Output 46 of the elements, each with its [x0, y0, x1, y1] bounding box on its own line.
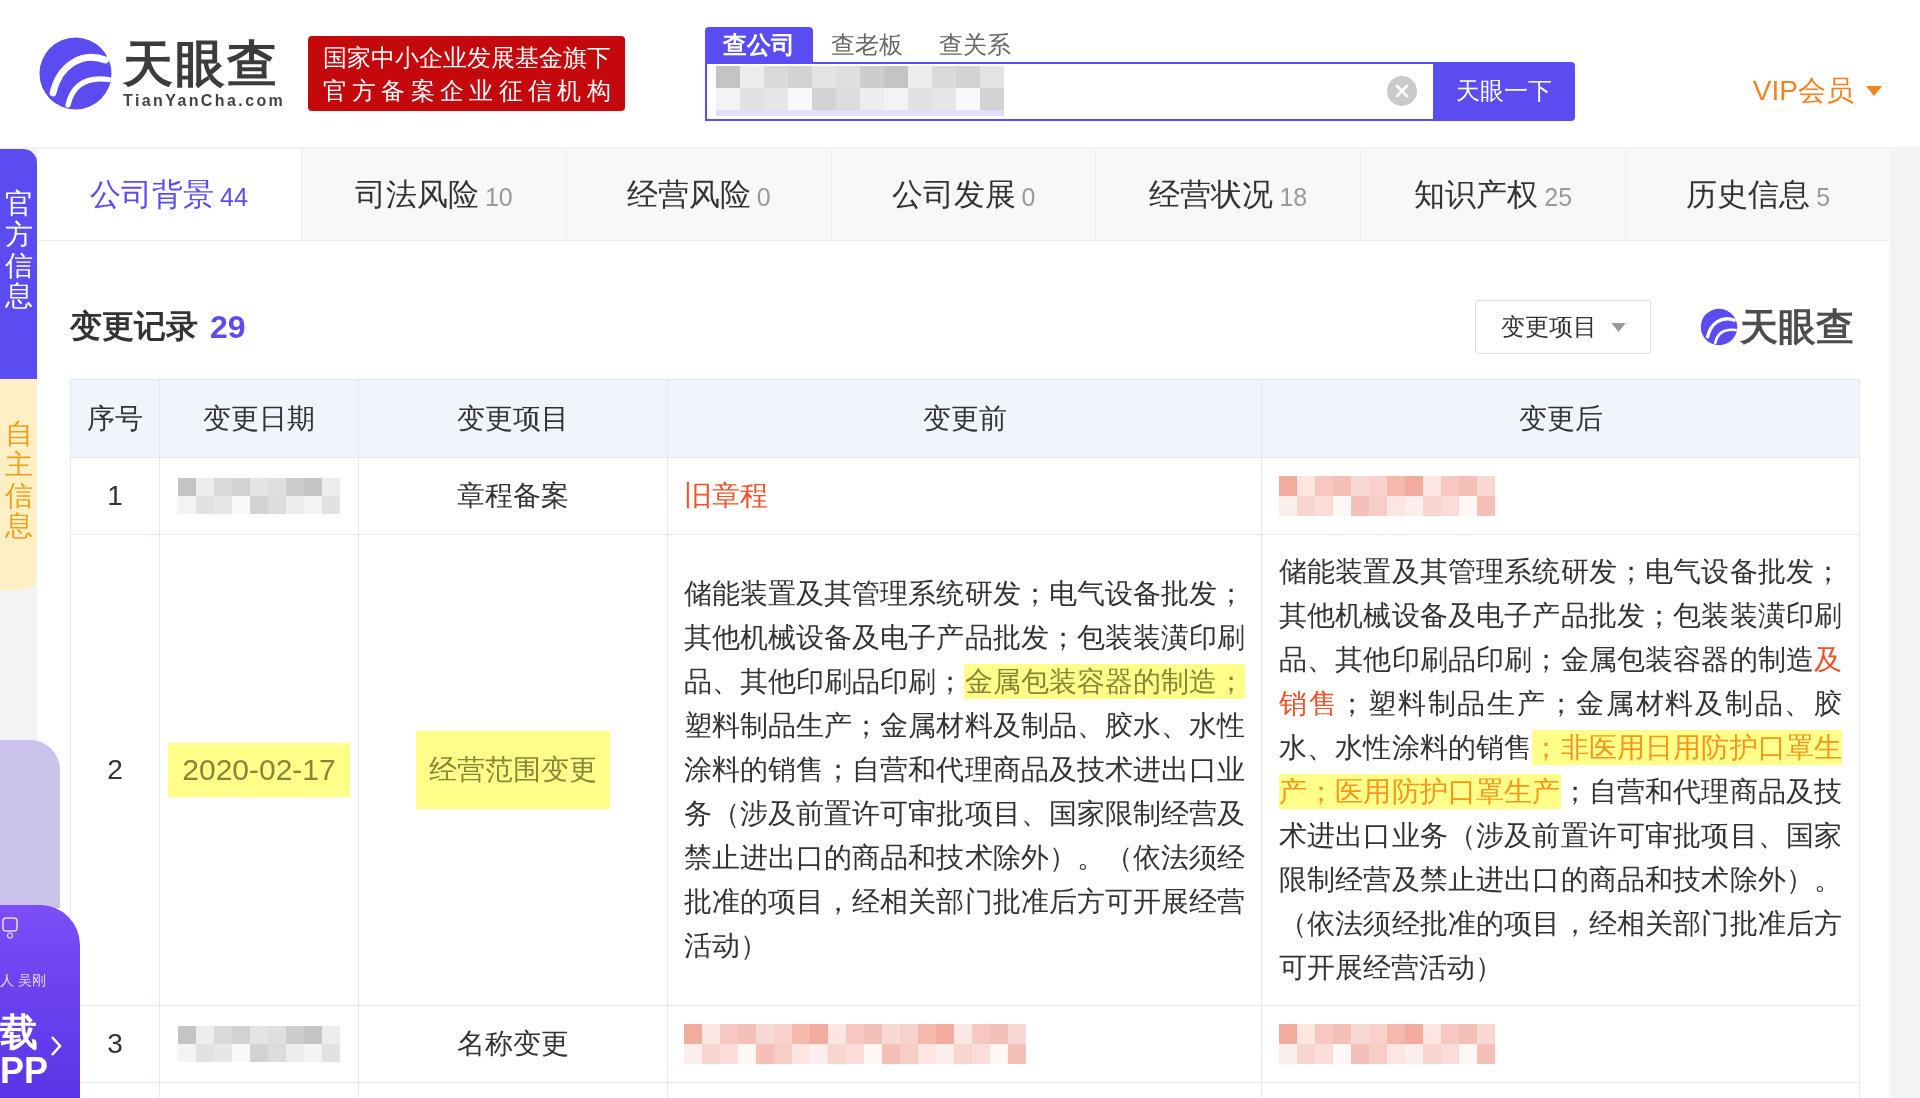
slogan-text: 官方备案企业征信机构	[322, 75, 611, 106]
side-tab[interactable]: 官方信息	[0, 149, 37, 379]
logo-icon	[38, 36, 113, 111]
caret-icon	[1866, 86, 1882, 96]
search-tab[interactable]: 查关系	[921, 26, 1030, 62]
search-tab[interactable]: 查老板	[813, 26, 922, 62]
row-number: 2	[107, 754, 123, 786]
slogan-text: 国家中小企业发展基金旗下	[322, 42, 611, 73]
before-value: 储能装置及其管理系统研发；电气设备批发；其他机械设备及电子产品批发；包装装潢印刷品、其他印刷品印刷；金属包装容器的制造； 塑料制品生产；金属材料及制品、胶水、水性涂料的销售；自营和代理商品及技术进出口业务（涉及前置许可审批项目、国家限制经营及禁止进出口的商品和技术除外）。（依法须经批准的项目，经相关部门批准后方可开展经营活动）	[684, 577, 1245, 963]
category-tab[interactable]: 经营状况 18	[1096, 149, 1362, 240]
row-number: 3	[107, 1028, 123, 1060]
promo-caption: 人 吴刚	[0, 971, 46, 989]
logo-icon	[1700, 308, 1738, 346]
promo-text: 载	[0, 1013, 38, 1051]
column-header: 变更日期	[160, 380, 359, 458]
column-header: 变更后	[1262, 380, 1860, 458]
category-tab[interactable]: 公司背景 44	[37, 149, 302, 240]
rounded-square-icon	[2, 917, 18, 939]
section-title: 变更记录	[70, 307, 198, 346]
change-item: 名称变更	[457, 1027, 569, 1061]
category-tab[interactable]: 公司发展 0	[831, 149, 1097, 240]
logo-text: 天眼查	[123, 36, 279, 91]
search-tab[interactable]: 查公司	[705, 26, 814, 62]
search-button[interactable]: 天眼一下	[1433, 61, 1576, 121]
row-number: 1	[107, 480, 123, 512]
category-tab[interactable]: 历史信息 5	[1626, 149, 1890, 240]
caret-icon	[1610, 322, 1626, 332]
record-count: 29	[210, 308, 246, 346]
search-field[interactable]	[705, 61, 1434, 121]
change-item: 章程备案	[457, 479, 569, 513]
change-date: 2020-02-17	[168, 743, 350, 797]
promo-card[interactable]: 人 吴刚 载 PP	[0, 905, 80, 1098]
filter-dropdown[interactable]: 变更项目	[1475, 300, 1651, 354]
chevron-icon	[50, 1035, 62, 1057]
after-value: 储能装置及其管理系统研发；电气设备批发；其他机械设备及电子产品批发；包装装潢印刷品、其他印刷品印刷；金属包装容器的制造及销售；塑料制品生产；金属材料及制品、胶水、水性涂料的销售；非医用日用防护口罩生产；医用防护口罩生产；自营和代理商品及技术进出口业务（涉及前置许可审批项目、国家限制经营及禁止进出口的商品和技术除外）。（依法须经批准的项目，经相关部门批准后方可开展经营活动）	[1279, 555, 1842, 985]
logo-text: 天眼查	[1740, 306, 1854, 348]
before-value: 旧章程	[684, 479, 768, 513]
logo-domain: TianYanCha.com	[123, 90, 286, 111]
column-header: 序号	[71, 380, 160, 458]
category-tab[interactable]: 司法风险 10	[301, 149, 567, 240]
promo-text: PP	[0, 1053, 49, 1089]
column-header: 变更项目	[359, 380, 668, 458]
category-tab[interactable]: 知识产权 25	[1361, 149, 1627, 240]
change-item: 经营范围变更	[416, 731, 610, 809]
category-tab[interactable]: 经营风险 0	[566, 149, 832, 240]
column-header: 变更前	[668, 380, 1262, 458]
